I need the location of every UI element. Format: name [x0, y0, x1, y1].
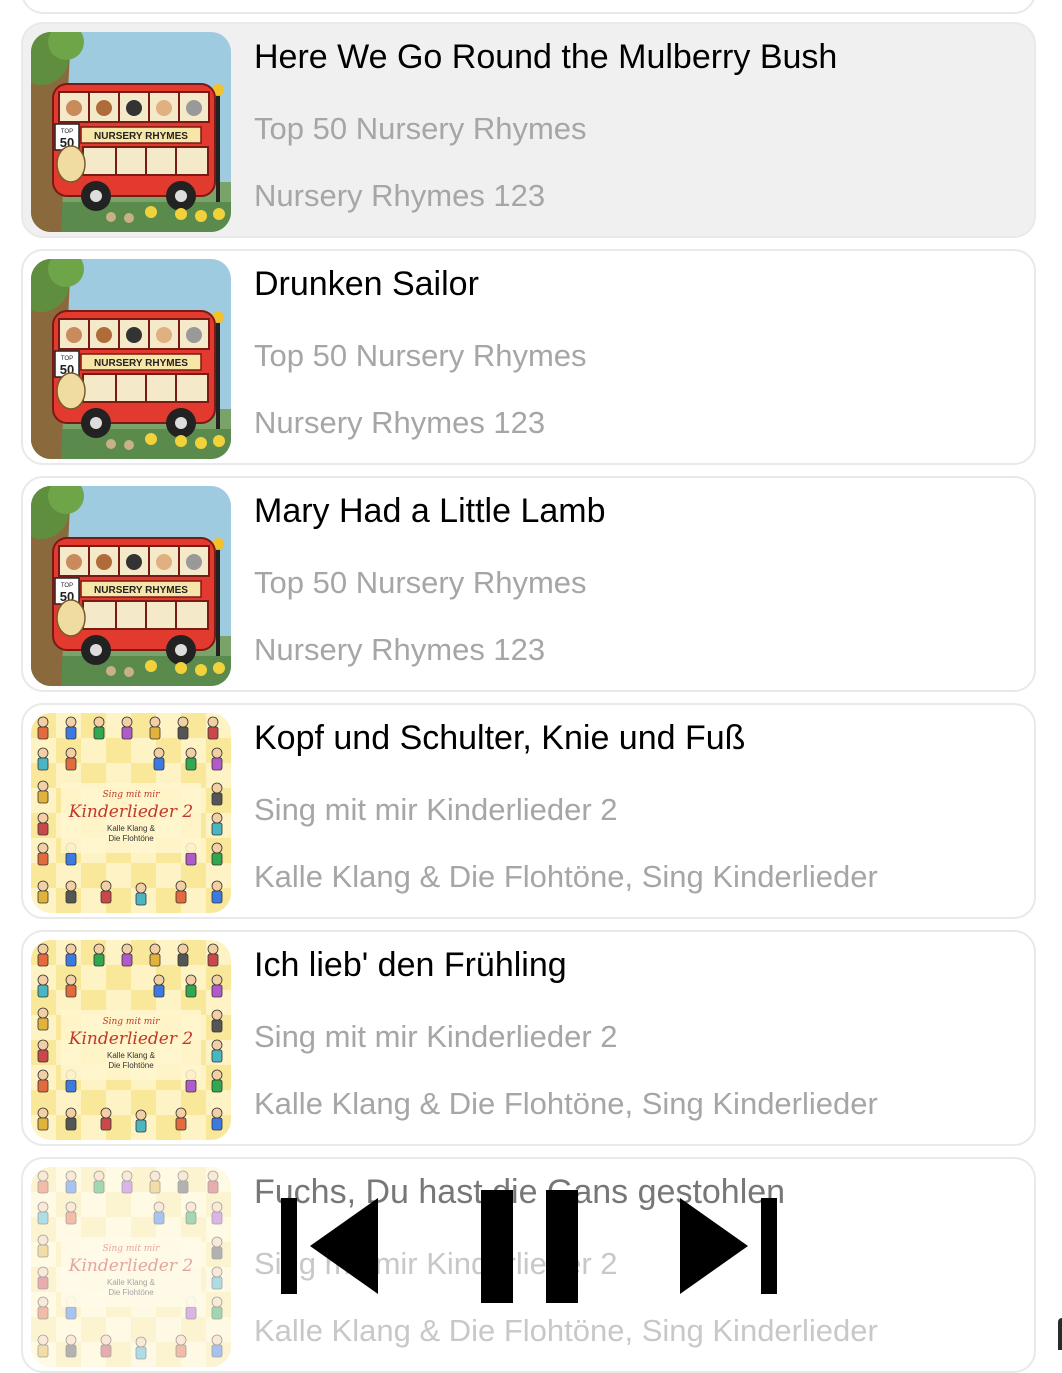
track-list: NURSERY RHYMES TOP 50 Here We Go Round t…	[0, 0, 1062, 1373]
album-cover-bus: NURSERY RHYMES TOP 50	[31, 259, 231, 459]
track-title: Kopf und Schulter, Knie und Fuß	[254, 719, 746, 757]
album-cover: NURSERY RHYMES TOP 50	[31, 259, 231, 459]
track-artist: Nursery Rhymes 123	[254, 405, 546, 440]
next-button[interactable]	[680, 1198, 777, 1294]
track-album: Top 50 Nursery Rhymes	[254, 565, 587, 600]
track-artist: Nursery Rhymes 123	[254, 178, 546, 213]
cover-banner: NURSERY RHYMES	[94, 358, 188, 369]
previous-button[interactable]	[281, 1198, 378, 1294]
skip-next-icon	[680, 1198, 777, 1294]
scrollbar-edge	[1058, 1318, 1062, 1350]
pause-button[interactable]	[481, 1190, 578, 1303]
track-album: Sing mit mir Kinderlieder 2	[254, 792, 618, 827]
track-card[interactable]: Sing mit mir Kinderlieder 2 Kalle Klang …	[21, 703, 1036, 919]
track-album: Top 50 Nursery Rhymes	[254, 111, 587, 146]
cover-banner: NURSERY RHYMES	[94, 585, 188, 596]
partial-track-card[interactable]	[21, 0, 1036, 14]
svg-text:Die Flohtöne: Die Flohtöne	[108, 1288, 154, 1297]
track-artist: Kalle Klang & Die Flohtöne, Sing Kinderl…	[254, 1313, 878, 1348]
track-album: Sing mit mir Kinderlieder 2	[254, 1019, 618, 1054]
svg-text:Sing mit mir: Sing mit mir	[102, 1244, 160, 1254]
album-cover: Sing mit mir Kinderlieder 2 Kalle Klang …	[31, 713, 231, 913]
track-album: Top 50 Nursery Rhymes	[254, 338, 587, 373]
svg-text:Sing mit mir: Sing mit mir	[102, 790, 160, 800]
album-cover: NURSERY RHYMES TOP 50	[31, 486, 231, 686]
svg-text:Kinderlieder 2: Kinderlieder 2	[68, 1256, 193, 1276]
track-artist: Nursery Rhymes 123	[254, 632, 546, 667]
track-artist: Kalle Klang & Die Flohtöne, Sing Kinderl…	[254, 859, 878, 894]
album-cover: NURSERY RHYMES TOP 50	[31, 32, 231, 232]
svg-text:Die Flohtöne: Die Flohtöne	[108, 1061, 154, 1070]
cover-banner: NURSERY RHYMES	[94, 131, 188, 142]
svg-text:Kinderlieder 2: Kinderlieder 2	[68, 802, 193, 822]
track-card[interactable]: Sing mit mir Kinderlieder 2 Kalle Klang …	[21, 930, 1036, 1146]
album-cover-bus: NURSERY RHYMES TOP 50	[31, 486, 231, 686]
track-title: Drunken Sailor	[254, 265, 479, 303]
track-card[interactable]: NURSERY RHYMES TOP 50 Mary Had a Little …	[21, 476, 1036, 692]
album-cover-bus: NURSERY RHYMES TOP 50	[31, 32, 231, 232]
album-cover-kinderlieder: Sing mit mir Kinderlieder 2 Kalle Klang …	[31, 940, 231, 1140]
svg-text:Kalle Klang &: Kalle Klang &	[107, 824, 156, 833]
album-cover: Sing mit mir Kinderlieder 2 Kalle Klang …	[31, 940, 231, 1140]
svg-text:Sing mit mir: Sing mit mir	[102, 1017, 160, 1027]
track-title: Mary Had a Little Lamb	[254, 492, 606, 530]
album-cover-kinderlieder: Sing mit mir Kinderlieder 2 Kalle Klang …	[31, 713, 231, 913]
svg-text:Kalle Klang &: Kalle Klang &	[107, 1278, 156, 1287]
track-title: Here We Go Round the Mulberry Bush	[254, 38, 838, 76]
svg-text:Kinderlieder 2: Kinderlieder 2	[68, 1029, 193, 1049]
track-card[interactable]: NURSERY RHYMES TOP 50 Drunken Sailor Top …	[21, 249, 1036, 465]
svg-text:Die Flohtöne: Die Flohtöne	[108, 834, 154, 843]
album-cover: Sing mit mir Kinderlieder 2 Kalle Klang …	[31, 1167, 231, 1367]
pause-icon	[481, 1190, 578, 1303]
svg-text:Kalle Klang &: Kalle Klang &	[107, 1051, 156, 1060]
track-card[interactable]: NURSERY RHYMES TOP 50 Here We Go Round t…	[21, 22, 1036, 238]
album-cover-kinderlieder: Sing mit mir Kinderlieder 2 Kalle Klang …	[31, 1167, 231, 1367]
track-title: Ich lieb' den Frühling	[254, 946, 567, 984]
track-artist: Kalle Klang & Die Flohtöne, Sing Kinderl…	[254, 1086, 878, 1121]
skip-previous-icon	[281, 1198, 378, 1294]
